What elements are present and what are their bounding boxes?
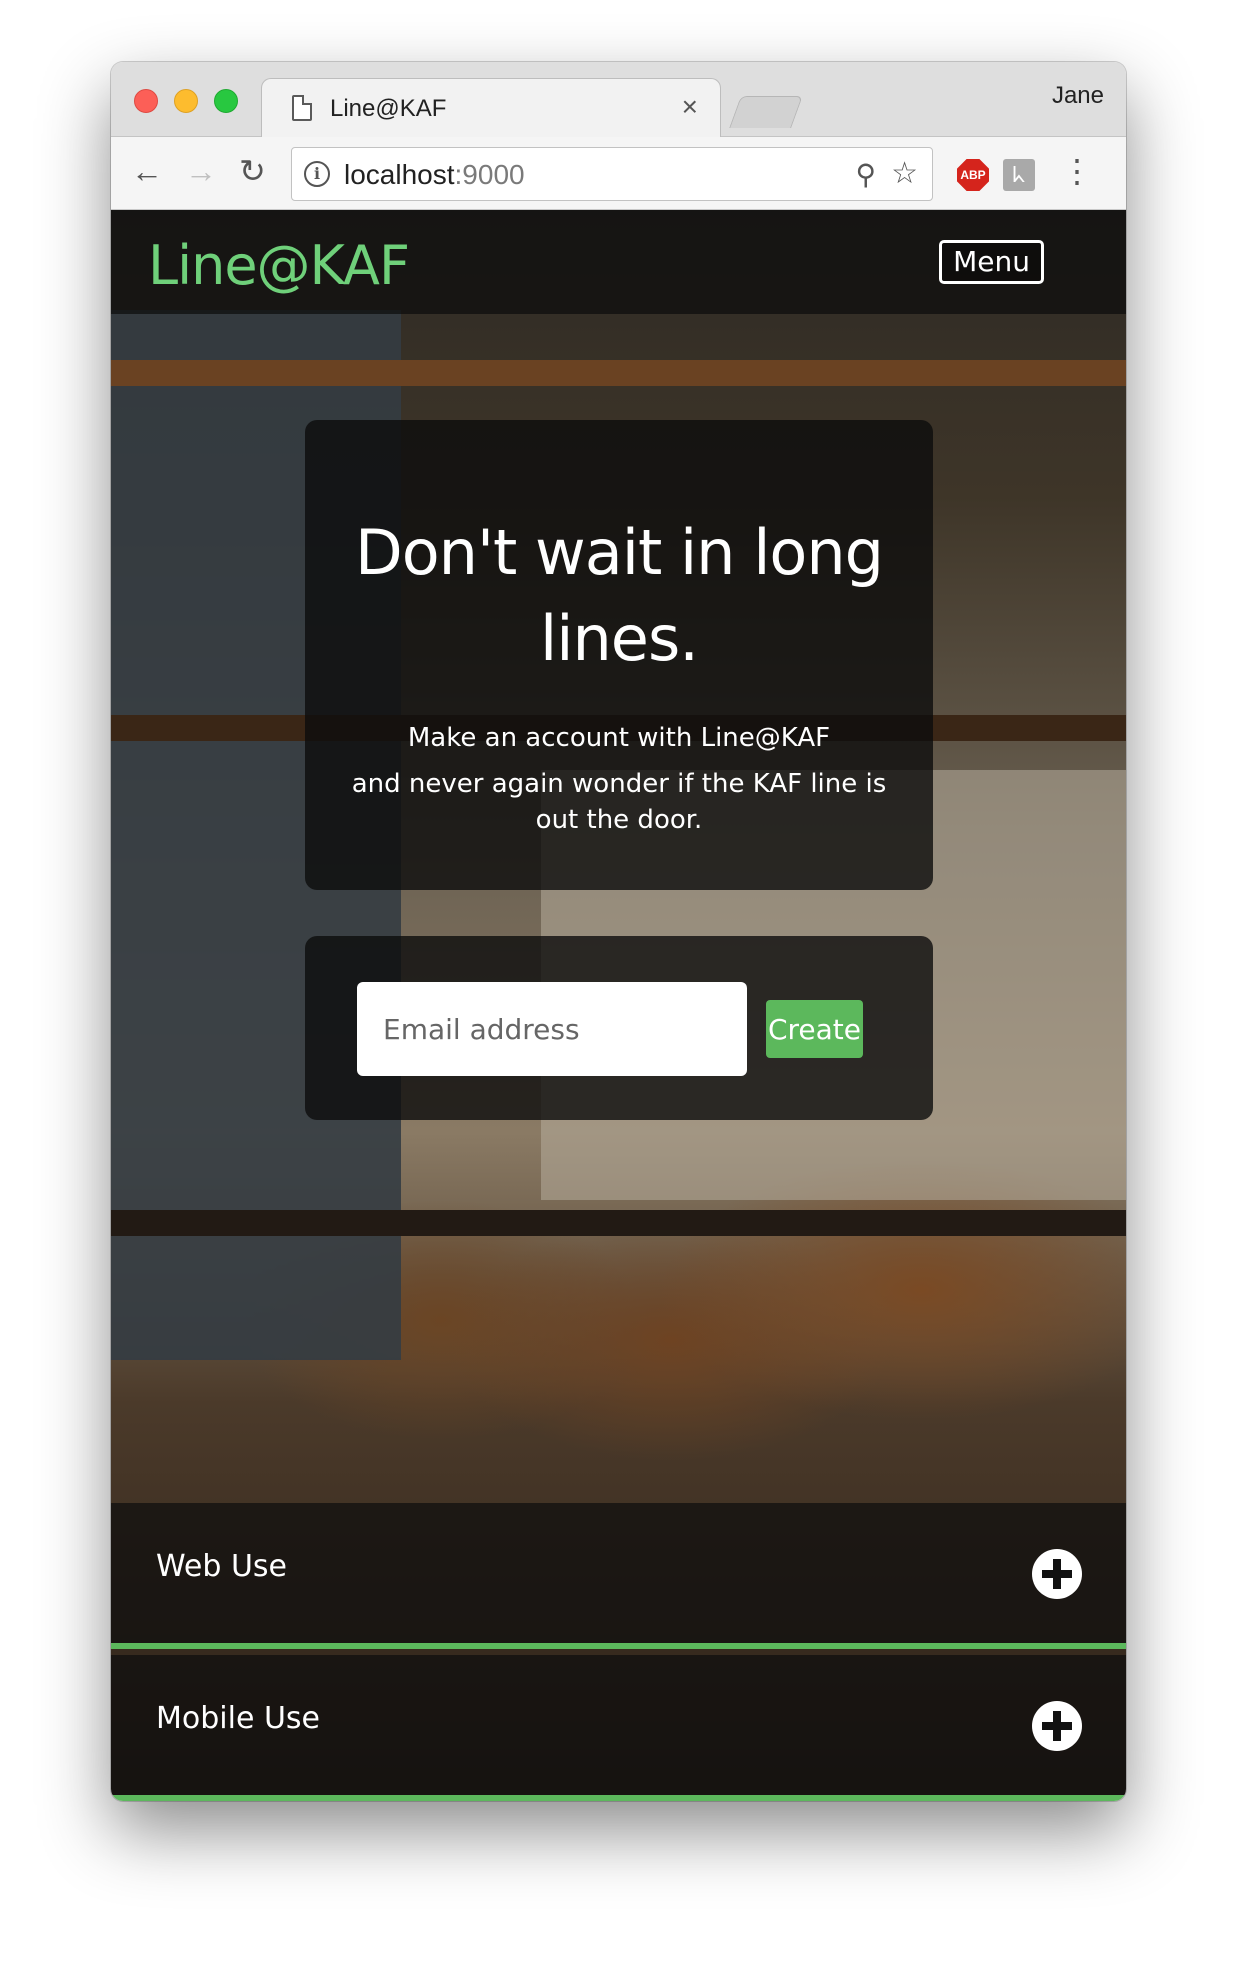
tab-title: Line@KAF	[330, 95, 447, 122]
close-window-button[interactable]	[134, 89, 158, 113]
forward-arrow-icon[interactable]: →	[185, 151, 217, 191]
back-arrow-icon[interactable]: ←	[131, 151, 163, 191]
signup-form: Create	[305, 936, 933, 1120]
maximize-window-button[interactable]	[214, 89, 238, 113]
extension-icon[interactable]: ᖾ	[1003, 159, 1035, 191]
menu-button[interactable]: Menu	[939, 240, 1044, 284]
hero-title: Don't wait in long lines.	[354, 516, 884, 675]
hero-subtitle-line2: and never again wonder if the KAF line i…	[351, 769, 887, 835]
info-icon[interactable]: i	[304, 161, 330, 187]
hero-card: Don't wait in long lines. Make an accoun…	[305, 420, 933, 890]
page-content: Line@KAF Menu Don't wait in long lines. …	[111, 210, 1126, 1801]
background-shelf	[111, 360, 1126, 386]
profile-name[interactable]: Jane	[1052, 82, 1104, 110]
tab-close-icon[interactable]: ×	[682, 91, 698, 123]
browser-toolbar: ← → ↻ i localhost:9000 ⚲ ☆ ABP ᖾ ⋮	[111, 137, 1126, 210]
bookmark-star-icon[interactable]: ☆	[891, 156, 918, 191]
url-text[interactable]: localhost:9000	[344, 159, 525, 191]
create-account-button[interactable]: Create	[766, 1000, 863, 1058]
title-bar: Line@KAF × Jane	[111, 62, 1126, 138]
url-port: :9000	[454, 159, 525, 190]
accordion-label: Web Use	[156, 1549, 287, 1584]
adblock-icon[interactable]: ABP	[957, 159, 989, 191]
accordion-label: Mobile Use	[156, 1701, 320, 1736]
plus-circle-icon[interactable]	[1032, 1701, 1082, 1751]
browser-tab[interactable]: Line@KAF ×	[261, 78, 721, 138]
plus-circle-icon[interactable]	[1032, 1549, 1082, 1599]
minimize-window-button[interactable]	[174, 89, 198, 113]
zoom-icon[interactable]: ⚲	[855, 158, 876, 191]
background-shelf	[111, 1210, 1126, 1236]
address-bar[interactable]: i localhost:9000 ⚲ ☆	[291, 147, 933, 201]
new-tab-button[interactable]	[729, 96, 803, 128]
accordion-mobile-use[interactable]: Mobile Use	[111, 1655, 1126, 1801]
accordion-web-use[interactable]: Web Use	[111, 1503, 1126, 1649]
url-host: localhost	[344, 159, 455, 190]
page-icon	[292, 95, 312, 121]
site-brand[interactable]: Line@KAF	[148, 234, 410, 297]
reload-icon[interactable]: ↻	[239, 151, 266, 191]
browser-window: Line@KAF × Jane ← → ↻ i localhost:9000 ⚲…	[111, 62, 1126, 1801]
browser-menu-icon[interactable]: ⋮	[1061, 151, 1093, 191]
hero-subtitle-line1: Make an account with Line@KAF	[407, 723, 831, 753]
email-input[interactable]	[357, 982, 747, 1076]
site-navbar: Line@KAF Menu	[111, 210, 1126, 314]
